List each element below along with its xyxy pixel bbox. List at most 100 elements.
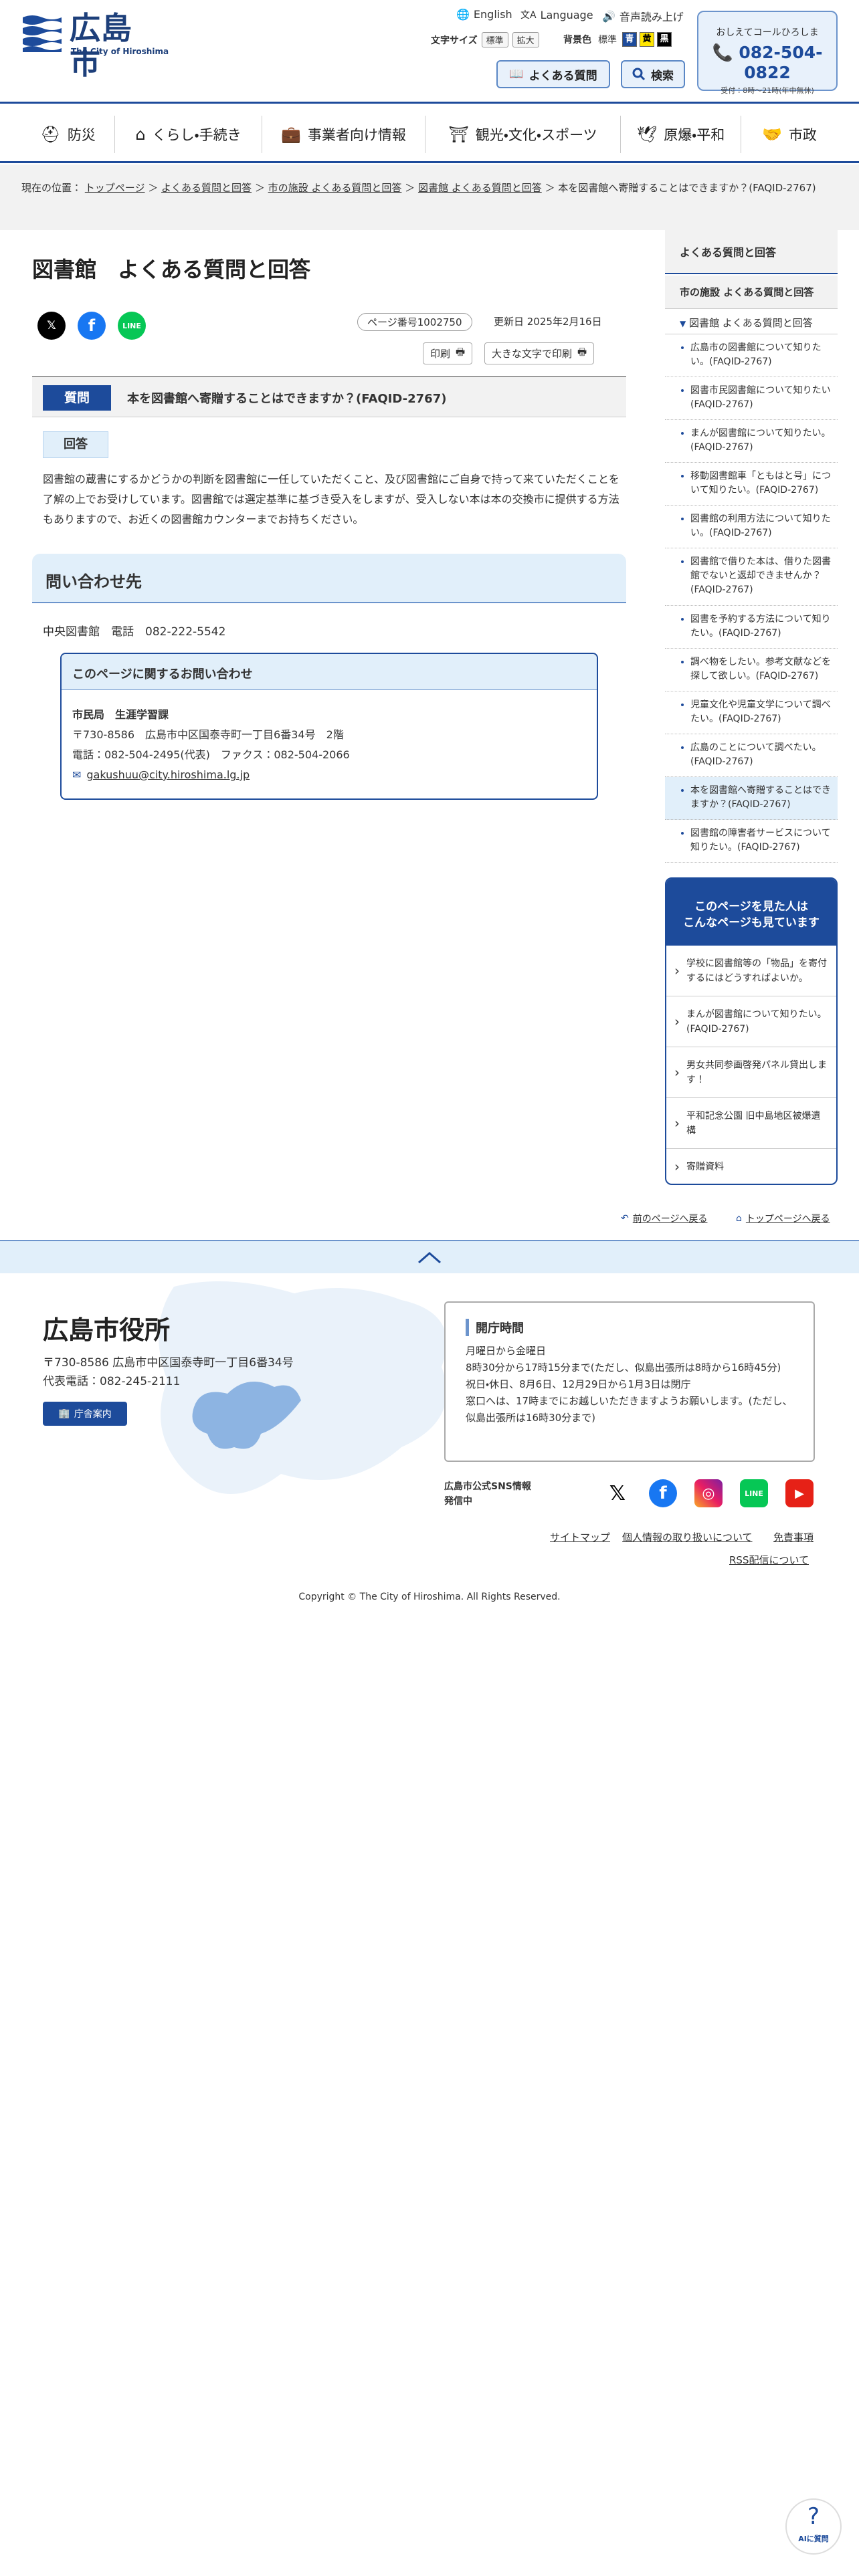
tourism-icon: ⛩ — [448, 125, 469, 144]
line-share-icon[interactable]: LINE — [118, 312, 146, 340]
breadcrumb-link[interactable]: 市の施設 よくある質問と回答 — [268, 182, 402, 194]
home-icon: ⌂ — [736, 1213, 742, 1224]
office-guide-label: 庁舎案内 — [74, 1409, 112, 1420]
breadcrumb-link[interactable]: よくある質問と回答 — [161, 182, 252, 194]
faq-icon: 📖 — [509, 68, 524, 81]
font-standard-button[interactable]: 標準 — [481, 32, 508, 47]
logo-subtitle: The City of Hiroshima — [71, 47, 169, 56]
nav-item-disaster[interactable]: ⛑ 防災 — [21, 116, 115, 153]
faq-button[interactable]: 📖 よくある質問 — [496, 60, 610, 88]
office-hours-box: 開庁時間 月曜日から金曜日 8時30分から17時15分まで(ただし、似島出張所は… — [444, 1301, 815, 1462]
facebook-icon[interactable]: f — [649, 1479, 677, 1507]
voice-read-link[interactable]: 🔊 音声読み上げ — [602, 8, 684, 24]
briefcase-icon: 💼 — [281, 125, 301, 144]
sidebar-sub2[interactable]: ▼ 図書館 よくある質問と回答 — [665, 310, 838, 334]
nav-item-business[interactable]: 💼 事業者向け情報 — [262, 116, 425, 153]
sidebar-item[interactable]: 図書を予約する方法について知りたい。(FAQID-2767) — [665, 606, 838, 649]
sidebar-item[interactable]: 児童文化や児童文学について調べたい。(FAQID-2767) — [665, 691, 838, 734]
breadcrumb-current: 本を図書館へ寄贈することはできますか？(FAQID-2767) — [558, 182, 816, 194]
language-link[interactable]: 文A Language — [520, 8, 593, 21]
search-button[interactable]: 検索 — [621, 60, 685, 88]
sidebar-item[interactable]: 図書市民図書館について知りたい(FAQID-2767) — [665, 377, 838, 420]
updated-date: 更新日 2025年2月16日 — [494, 316, 602, 328]
bg-black-button[interactable]: 黒 — [657, 32, 672, 47]
print-large-button[interactable]: 大きな文字で印刷 🖶 — [484, 342, 595, 364]
disclaimer-link[interactable]: 免責事項 — [773, 1530, 814, 1544]
inquiry-mail-row: ✉ gakushuu@city.hiroshima.lg.jp — [72, 765, 350, 785]
sidebar-heading[interactable]: よくある質問と回答 — [665, 230, 838, 274]
sidebar-item[interactable]: 広島市の図書館について知りたい。(FAQID-2767) — [665, 334, 838, 377]
hours-line: 窓口へは、17時までにお越しいただきますようお願いします。(ただし、似島出張所は… — [466, 1395, 793, 1424]
inquiry-heading: このページに関するお問い合わせ — [62, 654, 597, 690]
office-guide-button[interactable]: 🏢 庁舎案内 — [43, 1402, 127, 1426]
font-size-controls: 文字サイズ 標準 拡大 — [431, 32, 539, 47]
printer-icon: 🖶 — [577, 346, 587, 358]
nav-label: 市政 — [788, 127, 817, 143]
chevron-down-icon: ▼ — [680, 319, 686, 328]
nav-item-peace[interactable]: 🕊 原爆・平和 — [621, 116, 741, 153]
sidebar-item[interactable]: 図書館で借りた本は、借りた図書館でないと返却できませんか？(FAQID-2767… — [665, 548, 838, 606]
inquiry-tel: 電話：082-504-2495(代表) ファクス：082-504-2066 — [72, 748, 350, 761]
facebook-share-icon[interactable]: f — [78, 312, 106, 340]
logo-title: 広島市 — [70, 10, 132, 81]
x-share-icon[interactable]: 𝕏 — [37, 312, 66, 340]
footer-city-hall-name: 広島市役所 — [43, 1315, 171, 1345]
call-center-box[interactable]: おしえてコールひろしま 📞 082-504-0822 受付：8時～21時(年中無… — [697, 11, 838, 95]
dove-icon: 🕊 — [636, 125, 658, 144]
footer-address-line: 〒730-8586 広島市中区国泰寺町一丁目6番34号 — [43, 1356, 294, 1370]
nav-item-city-admin[interactable]: 🤝 市政 — [741, 116, 838, 153]
call-center-phone: 📞 082-504-0822 — [698, 43, 836, 82]
sidebar-item[interactable]: 図書館の利用方法について知りたい。(FAQID-2767) — [665, 506, 838, 548]
search-icon — [632, 68, 646, 81]
font-size-label: 文字サイズ — [431, 35, 478, 46]
sidebar-item[interactable]: 調べ物をしたい。参考文献などを探して欲しい。(FAQID-2767) — [665, 649, 838, 691]
sidebar-item[interactable]: 広島のことについて調べたい。(FAQID-2767) — [665, 734, 838, 777]
page-title: 図書館 よくある質問と回答 — [32, 257, 311, 282]
rss-link[interactable]: RSS配信について — [729, 1553, 809, 1567]
sidebar-item[interactable]: 移動図書館車「ともはと号」について知りたい。(FAQID-2767) — [665, 463, 838, 506]
call-center-title: おしえてコールひろしま — [716, 27, 819, 38]
also-viewed-item[interactable]: 寄贈資料 — [666, 1149, 836, 1184]
bg-yellow-button[interactable]: 黄 — [640, 32, 654, 47]
sidebar-item-current[interactable]: 本を図書館へ寄贈することはできますか？(FAQID-2767) — [665, 777, 838, 820]
hiroshima-map-icon — [159, 1281, 447, 1494]
ai-question-button[interactable]: ? AIに質問 — [785, 2498, 842, 2555]
logo-wave-icon — [21, 12, 63, 53]
sidebar-item[interactable]: まんが図書館について知りたい。(FAQID-2767) — [665, 420, 838, 463]
footer-address: 〒730-8586 広島市中区国泰寺町一丁目6番34号 代表電話：082-245… — [43, 1354, 294, 1391]
also-viewed-item[interactable]: 男女共同参画啓発パネル貸出します！ — [666, 1047, 836, 1098]
sitemap-link[interactable]: サイトマップ — [550, 1530, 610, 1544]
print-button[interactable]: 印刷 🖶 — [423, 342, 473, 364]
font-large-button[interactable]: 拡大 — [512, 32, 539, 47]
site-logo[interactable]: 広島市 The City of Hiroshima — [21, 9, 169, 80]
also-viewed-item[interactable]: まんが図書館について知りたい。(FAQID-2767) — [666, 996, 836, 1047]
contact-line: 中央図書館 電話 082-222-5542 — [43, 625, 226, 639]
voice-label: 音声読み上げ — [619, 11, 684, 23]
breadcrumb-link[interactable]: トップページ — [85, 182, 145, 194]
also-viewed-item[interactable]: 学校に図書館等の「物品」を寄付するにはどうすればよいか。 — [666, 946, 836, 996]
nav-item-living[interactable]: ⌂ くらし・手続き — [115, 116, 262, 153]
office-hours-body: 月曜日から金曜日 8時30分から17時15分まで(ただし、似島出張所は8時から1… — [466, 1343, 793, 1426]
instagram-icon[interactable]: ◎ — [694, 1479, 723, 1507]
breadcrumb-link[interactable]: 図書館 よくある質問と回答 — [418, 182, 542, 194]
answer-label: 回答 — [43, 431, 108, 458]
sidebar-item[interactable]: 図書館の障害者サービスについて知りたい。(FAQID-2767) — [665, 820, 838, 863]
print-label: 印刷 — [430, 348, 451, 360]
back-prev-link[interactable]: ↶ 前のページへ戻る — [621, 1212, 707, 1225]
bg-blue-button[interactable]: 青 — [622, 32, 637, 47]
nav-item-tourism[interactable]: ⛩ 観光・文化・スポーツ — [425, 116, 621, 153]
english-link[interactable]: 🌐 English — [456, 8, 512, 21]
also-viewed-item[interactable]: 平和記念公園 旧中島地区被爆遺構 — [666, 1098, 836, 1149]
back-top-link[interactable]: ⌂ トップページへ戻る — [736, 1212, 830, 1225]
inquiry-email-link[interactable]: gakushuu@city.hiroshima.lg.jp — [86, 765, 250, 785]
also-viewed-heading-line1: このページを見た人は — [694, 900, 808, 914]
youtube-icon[interactable]: ▶ — [785, 1479, 814, 1507]
privacy-link[interactable]: 個人情報の取り扱いについて — [622, 1530, 753, 1544]
bg-standard-button[interactable]: 標準 — [598, 33, 617, 46]
line-icon[interactable]: LINE — [740, 1479, 768, 1507]
handshake-icon: 🤝 — [762, 125, 782, 144]
bg-color-controls: 背景色 標準 青 黄 黒 — [563, 32, 672, 47]
page-top-button[interactable] — [0, 1240, 859, 1273]
sidebar-sub[interactable]: 市の施設 よくある質問と回答 — [665, 276, 838, 309]
x-icon[interactable]: 𝕏 — [603, 1479, 632, 1507]
